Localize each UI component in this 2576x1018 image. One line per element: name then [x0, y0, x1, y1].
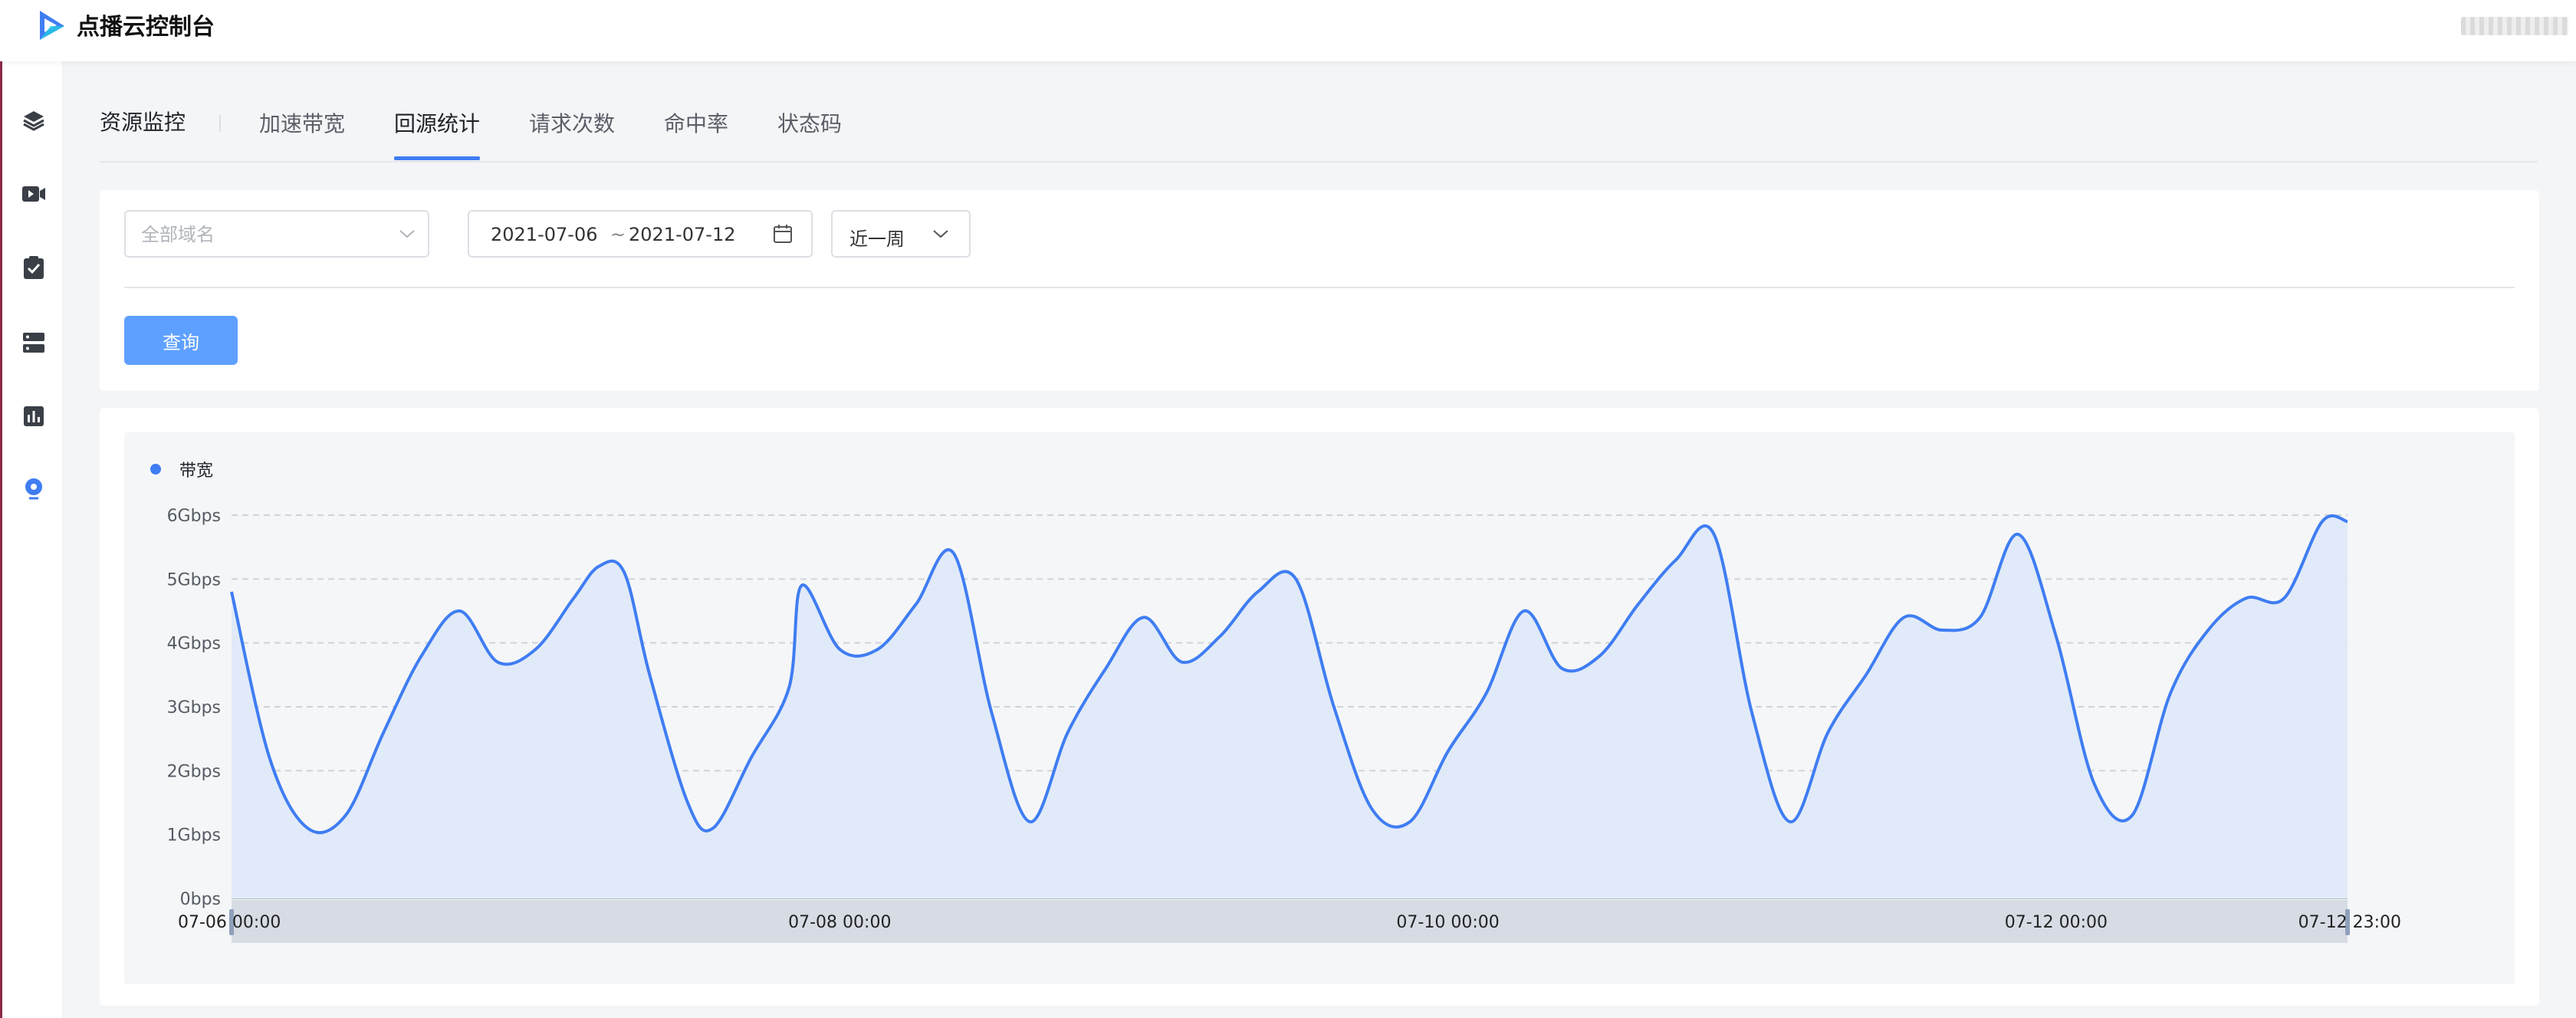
y-tick-label: 3Gbps: [167, 698, 221, 718]
tab-acceleration-bandwidth[interactable]: 加速带宽: [259, 107, 345, 138]
monitor-tabs: 资源监控 加速带宽 回源统计 请求次数 命中率 状态码: [100, 92, 2538, 163]
bar-chart-icon[interactable]: [21, 403, 47, 429]
date-separator: ~: [610, 224, 626, 245]
period-select-value: 近一周: [849, 228, 905, 250]
server-icon[interactable]: [21, 330, 47, 356]
x-tick-label: 07-12 00:00: [2005, 913, 2108, 932]
app-title: 点播云控制台: [77, 14, 215, 41]
tab-hit-rate[interactable]: 命中率: [664, 107, 728, 138]
period-select[interactable]: 近一周: [831, 210, 971, 258]
chart-panel: 带宽 0bps 1Gbps 2Gbps 3Gbps 4Gbps 5Gbps 6Gbps 07-…: [100, 408, 2539, 1006]
query-button[interactable]: 查询: [124, 316, 238, 365]
y-tick-label: 5Gbps: [167, 570, 221, 589]
filter-panel: 2021-07-06 ~ 2021-07-12 近一周 查询: [100, 190, 2539, 391]
y-tick-label: 0bps: [180, 890, 221, 909]
tab-origin-statistics[interactable]: 回源统计: [394, 107, 480, 138]
section-title: 资源监控: [100, 110, 186, 135]
y-tick-label: 1Gbps: [167, 826, 221, 846]
y-tick-label: 6Gbps: [167, 507, 221, 526]
x-tick-label: 07-06 00:00: [178, 913, 281, 932]
y-tick-label: 2Gbps: [167, 762, 221, 781]
domain-select[interactable]: [124, 210, 429, 258]
chevron-down-icon: [933, 230, 948, 238]
tab-divider: [219, 115, 221, 132]
y-tick-label: 4Gbps: [167, 635, 221, 654]
domain-select-input[interactable]: [140, 219, 373, 250]
chevron-down-icon: [399, 230, 415, 238]
calendar-icon[interactable]: [773, 224, 793, 244]
location-icon[interactable]: [21, 477, 47, 503]
user-account-blurred[interactable]: [2461, 17, 2568, 35]
tab-request-count[interactable]: 请求次数: [529, 107, 615, 138]
filter-divider: [124, 287, 2515, 288]
bandwidth-chart: 0bps 1Gbps 2Gbps 3Gbps 4Gbps 5Gbps 6Gbps 07-06 …: [167, 507, 2401, 943]
active-tab-indicator: [394, 156, 480, 160]
layers-icon[interactable]: [21, 107, 47, 133]
x-tick-label: 07-08 00:00: [788, 913, 891, 932]
date-start[interactable]: 2021-07-06: [491, 224, 597, 245]
x-tick-label: 07-10 00:00: [1396, 913, 1499, 932]
date-end[interactable]: 2021-07-12: [629, 224, 735, 245]
x-tick-label: 07-12 23:00: [2298, 913, 2401, 932]
date-range-picker[interactable]: 2021-07-06 ~ 2021-07-12: [468, 210, 813, 258]
clipboard-check-icon[interactable]: [21, 254, 47, 281]
video-icon[interactable]: [21, 181, 47, 207]
logo-icon: [40, 11, 64, 40]
tab-status-code[interactable]: 状态码: [777, 107, 842, 138]
sidebar: [0, 61, 63, 1018]
top-bar: 点播云控制台: [0, 0, 2576, 61]
chart-area: 带宽 0bps 1Gbps 2Gbps 3Gbps 4Gbps 5Gbps 6Gbps 07-…: [124, 432, 2515, 984]
